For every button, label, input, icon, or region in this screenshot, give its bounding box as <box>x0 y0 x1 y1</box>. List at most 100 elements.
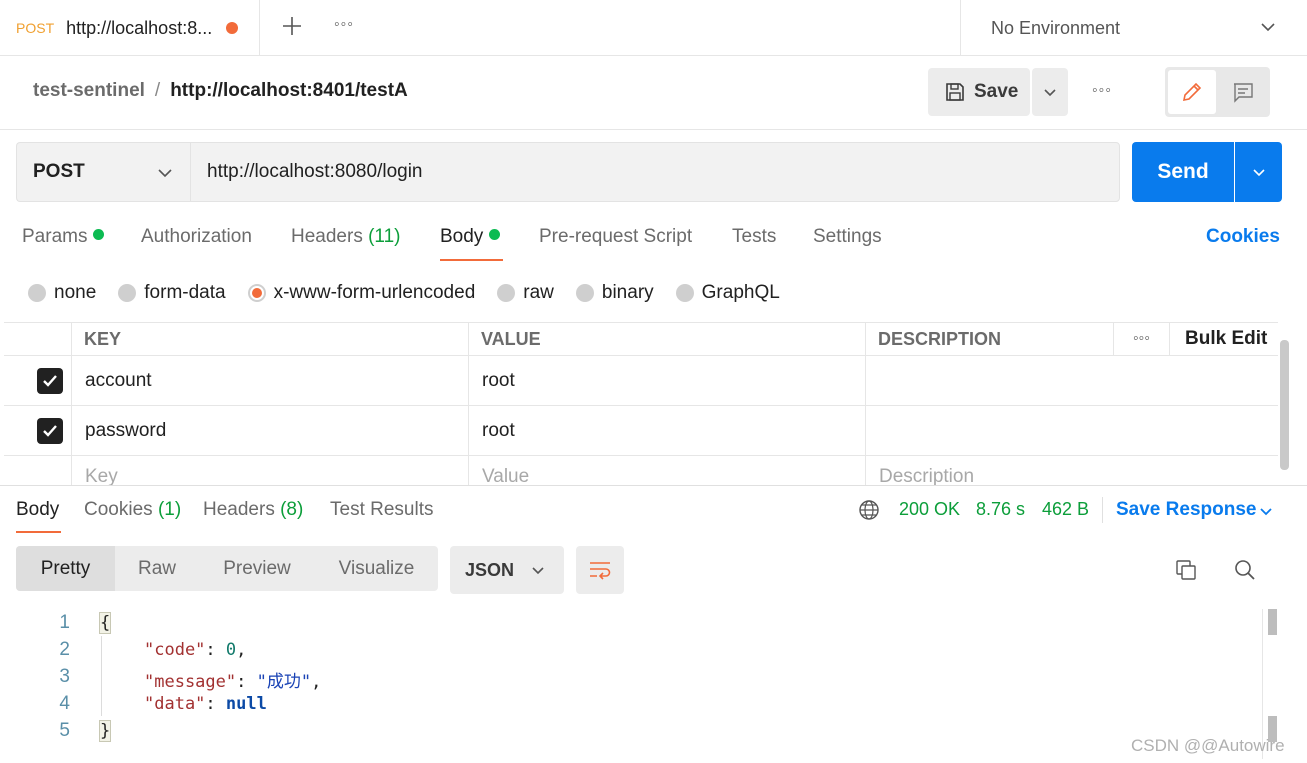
method-select[interactable]: POST <box>16 142 190 202</box>
code-scrollbar-top[interactable] <box>1268 609 1277 635</box>
tab-method: POST <box>16 20 55 36</box>
radio-binary[interactable]: binary <box>575 282 654 304</box>
key-cell[interactable]: password <box>72 406 469 455</box>
url-input[interactable]: http://localhost:8080/login <box>190 142 1120 202</box>
table-row-new: Key Value Description <box>4 456 1278 485</box>
comments-button[interactable] <box>1219 70 1267 114</box>
format-select[interactable]: JSON <box>450 546 564 594</box>
radio-raw[interactable]: raw <box>497 282 554 304</box>
more-tabs-icon[interactable]: ◦◦◦ <box>334 16 354 34</box>
radio-label: none <box>54 282 97 303</box>
request-tab[interactable]: POST http://localhost:8... <box>0 0 260 56</box>
code-line: "message": "成功", <box>144 672 322 692</box>
cookies-link[interactable]: Cookies <box>1206 226 1280 248</box>
value-col-header: VALUE <box>469 323 866 355</box>
description-cell[interactable] <box>866 406 1278 455</box>
table-row: password root <box>4 406 1278 456</box>
radio-x-www-form-urlencoded[interactable]: x-www-form-urlencoded <box>247 282 475 304</box>
tab-tests[interactable]: Tests <box>732 226 776 248</box>
more-actions-icon[interactable]: ◦◦◦ <box>1092 82 1112 100</box>
value-cell[interactable]: root <box>469 356 866 405</box>
radio-none[interactable]: none <box>28 282 96 304</box>
line-number: 4 <box>59 693 70 714</box>
copy-icon[interactable] <box>1174 558 1198 582</box>
tab-headers[interactable]: Headers (11) <box>291 226 401 248</box>
bulk-edit-button[interactable]: Bulk Edit <box>1170 323 1278 355</box>
tab-settings[interactable]: Settings <box>813 226 882 248</box>
response-body-code[interactable]: 1 2 3 4 5 { "code": 0, "message": "成功", … <box>0 609 1260 759</box>
column-options-icon[interactable]: ◦◦◦ <box>1114 323 1170 355</box>
search-icon[interactable] <box>1233 558 1257 582</box>
code-line: } <box>98 720 112 742</box>
environment-select[interactable]: No Environment <box>960 0 1307 56</box>
view-preview[interactable]: Preview <box>199 546 315 591</box>
breadcrumb-request[interactable]: http://localhost:8401/testA <box>170 80 408 101</box>
response-tab-headers-label: Headers <box>203 499 275 520</box>
table-header-row: KEY VALUE DESCRIPTION ◦◦◦ Bulk Edit <box>4 323 1278 356</box>
breadcrumb: test-sentinel / http://localhost:8401/test… <box>33 80 408 102</box>
radio-circle-selected <box>247 284 266 302</box>
pane-divider[interactable] <box>0 485 1307 486</box>
wrap-lines-button[interactable] <box>576 546 624 594</box>
radio-graphql[interactable]: GraphQL <box>675 282 780 304</box>
save-button[interactable]: Save <box>928 68 1030 116</box>
response-tab-cookies[interactable]: Cookies (1) <box>84 499 181 521</box>
response-tabs: Body Cookies (1) Headers (8) Test Result… <box>0 497 1307 535</box>
response-tab-cookies-label: Cookies <box>84 499 153 520</box>
tab-body[interactable]: Body <box>440 226 501 248</box>
globe-icon[interactable] <box>858 499 880 521</box>
tab-authorization[interactable]: Authorization <box>141 226 252 248</box>
row-checkbox-cell <box>4 356 72 405</box>
response-tab-body-label: Body <box>16 499 60 520</box>
json-key: "data" <box>144 694 206 714</box>
response-tab-headers[interactable]: Headers (8) <box>203 499 303 521</box>
key-col-header: KEY <box>72 323 469 355</box>
value-cell[interactable]: root <box>469 406 866 455</box>
description-cell[interactable] <box>866 356 1278 405</box>
edit-mode-button[interactable] <box>1168 70 1216 114</box>
response-tab-test-results[interactable]: Test Results <box>330 499 433 521</box>
key-cell[interactable]: account <box>72 356 469 405</box>
tab-params[interactable]: Params <box>22 226 105 248</box>
chevron-down-icon[interactable] <box>1258 503 1274 519</box>
breadcrumb-collection[interactable]: test-sentinel <box>33 80 145 101</box>
radio-label: form-data <box>144 282 226 303</box>
response-tab-body[interactable]: Body <box>16 499 59 521</box>
radio-label: raw <box>523 282 554 303</box>
view-visualize[interactable]: Visualize <box>315 546 438 591</box>
response-time[interactable]: 8.76 s <box>976 499 1025 520</box>
send-button[interactable]: Send <box>1132 142 1234 202</box>
code-line: { <box>98 612 112 634</box>
description-placeholder[interactable]: Description <box>866 456 1278 485</box>
tab-pre-request-script[interactable]: Pre-request Script <box>539 226 692 248</box>
check-icon <box>43 424 57 437</box>
params-scrollbar[interactable] <box>1280 340 1289 470</box>
format-label: JSON <box>465 559 515 580</box>
radio-circle <box>497 284 516 302</box>
response-tab-cookies-count: (1) <box>157 499 182 520</box>
value-placeholder[interactable]: Value <box>469 456 866 485</box>
indent-guide <box>101 636 102 716</box>
row-checkbox[interactable] <box>37 367 63 394</box>
tab-url: http://localhost:8... <box>66 17 213 38</box>
view-raw[interactable]: Raw <box>115 546 199 591</box>
row-checkbox[interactable] <box>37 417 63 444</box>
environment-label: No Environment <box>991 17 1121 38</box>
save-options-button[interactable] <box>1032 68 1068 116</box>
pencil-icon <box>1182 82 1202 102</box>
response-size[interactable]: 462 B <box>1042 499 1089 520</box>
plus-icon[interactable] <box>280 14 304 38</box>
line-number: 3 <box>59 666 70 687</box>
body-type-options: none form-data x-www-form-urlencoded raw… <box>28 281 802 305</box>
radio-form-data[interactable]: form-data <box>118 282 226 304</box>
send-label: Send <box>1157 160 1209 183</box>
breadcrumb-separator: / <box>154 80 161 101</box>
status-code[interactable]: 200 OK <box>899 499 960 520</box>
radio-circle <box>675 284 694 302</box>
view-pretty[interactable]: Pretty <box>16 546 115 591</box>
send-options-button[interactable] <box>1235 142 1282 202</box>
save-response-button[interactable]: Save Response <box>1116 499 1256 521</box>
chevron-down-icon <box>1252 169 1265 177</box>
key-placeholder[interactable]: Key <box>72 456 469 485</box>
radio-label: GraphQL <box>701 282 780 303</box>
